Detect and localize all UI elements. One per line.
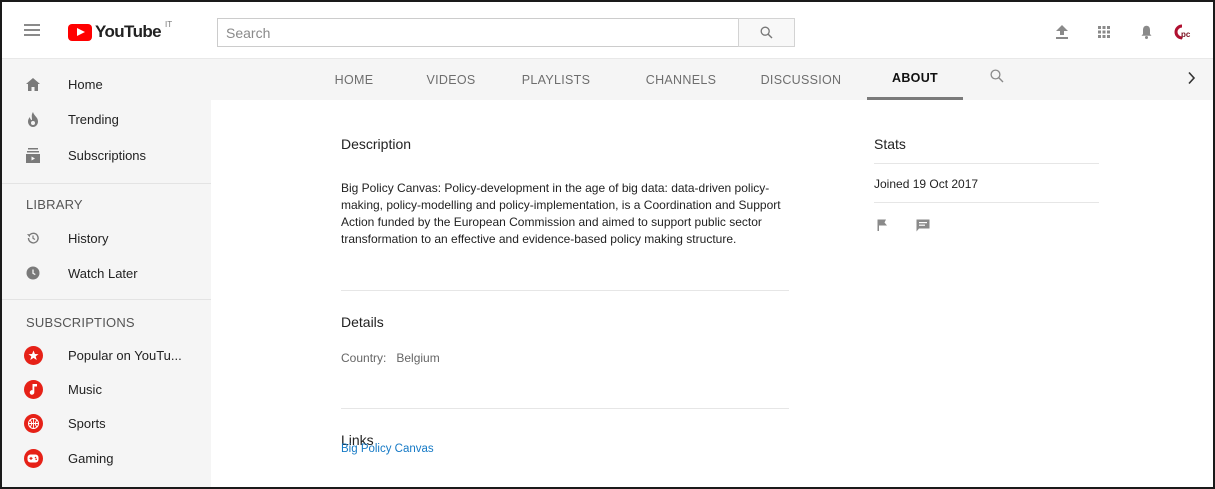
tab-videos[interactable]: VIDEOS bbox=[421, 59, 481, 100]
chevron-right-icon[interactable] bbox=[1187, 71, 1196, 90]
history-icon bbox=[23, 228, 43, 248]
flag-icon[interactable] bbox=[877, 219, 888, 232]
tab-about[interactable]: ABOUT bbox=[867, 59, 963, 100]
sidebar-item-sports[interactable]: Sports bbox=[2, 406, 211, 440]
account-logo-icon: pc bbox=[1174, 24, 1191, 40]
upload-icon[interactable] bbox=[1041, 22, 1083, 42]
play-logo-icon bbox=[68, 23, 92, 41]
stats-title: Stats bbox=[874, 136, 906, 152]
sidebar-heading-subscriptions: SUBSCRIPTIONS bbox=[26, 315, 135, 330]
tab-home[interactable]: HOME bbox=[329, 59, 379, 100]
logo-country-code: IT bbox=[165, 19, 173, 29]
sidebar-item-label: Music bbox=[68, 381, 102, 397]
youtube-logo[interactable]: YouTube IT bbox=[68, 19, 173, 42]
channel-link[interactable]: Big Policy Canvas bbox=[341, 443, 434, 455]
sidebar-item-watch-later[interactable]: Watch Later bbox=[2, 256, 211, 290]
tab-discussion[interactable]: DISCUSSION bbox=[756, 59, 846, 100]
sidebar-item-subscriptions[interactable]: Subscriptions bbox=[2, 138, 211, 172]
star-badge bbox=[23, 345, 43, 365]
gaming-badge bbox=[23, 448, 43, 468]
details-title: Details bbox=[341, 314, 384, 330]
sidebar-item-home[interactable]: Home bbox=[2, 67, 211, 101]
stats-divider bbox=[874, 202, 1099, 203]
account-avatar[interactable]: pc bbox=[1173, 24, 1195, 40]
message-icon[interactable] bbox=[916, 219, 930, 232]
sidebar-item-trending[interactable]: Trending bbox=[2, 102, 211, 136]
sidebar-item-label: Subscriptions bbox=[68, 147, 147, 163]
sidebar-heading-library: LIBRARY bbox=[26, 197, 83, 212]
country-label: Country: bbox=[341, 351, 387, 365]
app-window: YouTube IT pc Home bbox=[0, 0, 1215, 489]
notifications-bell-icon[interactable] bbox=[1125, 22, 1167, 42]
search-button[interactable] bbox=[738, 18, 795, 47]
sidebar-item-music[interactable]: Music bbox=[2, 372, 211, 406]
sidebar-item-history[interactable]: History bbox=[2, 221, 211, 255]
sidebar-item-label: Popular on YouTu... bbox=[68, 347, 182, 363]
music-note-icon bbox=[23, 379, 43, 399]
description-text: Big Policy Canvas: Policy-development in… bbox=[341, 181, 781, 246]
joined-date: Joined 19 Oct 2017 bbox=[874, 177, 979, 191]
sidebar-item-label: Trending bbox=[68, 111, 119, 127]
country-value: Belgium bbox=[396, 351, 440, 365]
sidebar-item-label: Sports bbox=[68, 415, 106, 431]
apps-grid-icon[interactable] bbox=[1083, 22, 1125, 42]
search-input[interactable] bbox=[217, 18, 738, 47]
subscriptions-icon bbox=[23, 145, 43, 165]
stats-actions bbox=[877, 219, 930, 232]
top-actions: pc bbox=[1041, 22, 1195, 42]
sidebar-item-label: History bbox=[68, 230, 109, 246]
sidebar-item-popular[interactable]: Popular on YouTu... bbox=[2, 338, 211, 372]
sidebar-item-label: Watch Later bbox=[68, 265, 138, 281]
section-divider bbox=[341, 408, 789, 409]
search-icon bbox=[760, 26, 773, 39]
description-title: Description bbox=[341, 136, 412, 152]
channel-search-icon[interactable] bbox=[990, 69, 1004, 88]
stats-divider bbox=[874, 163, 1099, 164]
svg-text:pc: pc bbox=[1181, 30, 1191, 39]
about-content: Description Big Policy Canvas: Policy-de… bbox=[211, 100, 1213, 487]
sports-badge bbox=[23, 413, 43, 433]
channel-tab-bar: HOME VIDEOS PLAYLISTS CHANNELS DISCUSSIO… bbox=[211, 59, 1213, 100]
sidebar-item-label: Gaming bbox=[68, 450, 114, 466]
sidebar-divider bbox=[2, 183, 211, 184]
sidebar: Home Trending Subscriptions LIBRARY Hist… bbox=[2, 59, 211, 487]
sidebar-item-gaming[interactable]: Gaming bbox=[2, 441, 211, 475]
star-icon bbox=[23, 345, 43, 365]
logo-text: YouTube bbox=[95, 22, 162, 41]
sidebar-divider bbox=[2, 299, 211, 300]
music-badge bbox=[23, 379, 43, 399]
top-bar: YouTube IT pc bbox=[2, 2, 1213, 59]
home-icon bbox=[23, 74, 43, 94]
section-divider bbox=[341, 290, 789, 291]
menu-icon[interactable] bbox=[24, 24, 40, 36]
search-bar bbox=[217, 18, 795, 47]
basketball-icon bbox=[23, 413, 43, 433]
flame-icon bbox=[23, 109, 43, 129]
sidebar-item-label: Home bbox=[68, 76, 103, 92]
clock-icon bbox=[23, 263, 43, 283]
country-row: Country: Belgium bbox=[341, 351, 440, 365]
gamepad-icon bbox=[23, 448, 43, 468]
tab-playlists[interactable]: PLAYLISTS bbox=[516, 59, 596, 100]
tab-channels[interactable]: CHANNELS bbox=[636, 59, 726, 100]
